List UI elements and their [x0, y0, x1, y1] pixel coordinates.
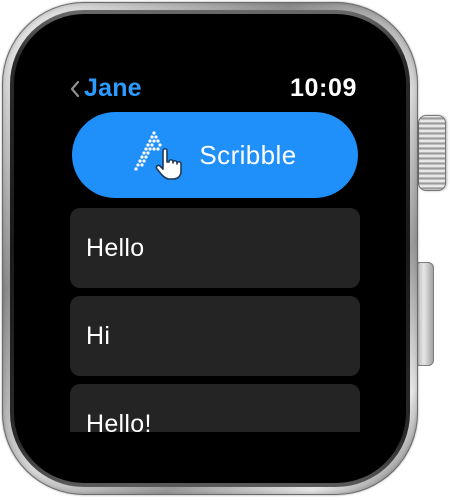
apple-watch-mockup: Jane 10:09 Scribble Hello Hi Hello! [0, 0, 450, 500]
scribble-button[interactable]: Scribble [72, 112, 358, 198]
quick-reply-item[interactable]: Hello [70, 208, 360, 288]
chevron-left-icon [70, 80, 80, 97]
back-label: Jane [84, 74, 142, 102]
digital-crown[interactable] [418, 115, 446, 191]
scribble-label: Scribble [199, 139, 297, 170]
quick-reply-list: Hello Hi Hello! [70, 208, 360, 432]
scribble-hand-icon [134, 131, 183, 180]
back-button[interactable]: Jane [70, 74, 142, 103]
clock-time: 10:09 [290, 74, 357, 102]
quick-reply-label: Hello [86, 234, 145, 262]
watch-screen: Jane 10:09 Scribble Hello Hi Hello! [58, 62, 370, 432]
quick-reply-item[interactable]: Hi [70, 296, 360, 376]
status-bar: Jane 10:09 [58, 62, 370, 114]
quick-reply-item[interactable]: Hello! [70, 384, 360, 432]
quick-reply-label: Hello! [86, 410, 152, 432]
quick-reply-label: Hi [86, 322, 111, 350]
